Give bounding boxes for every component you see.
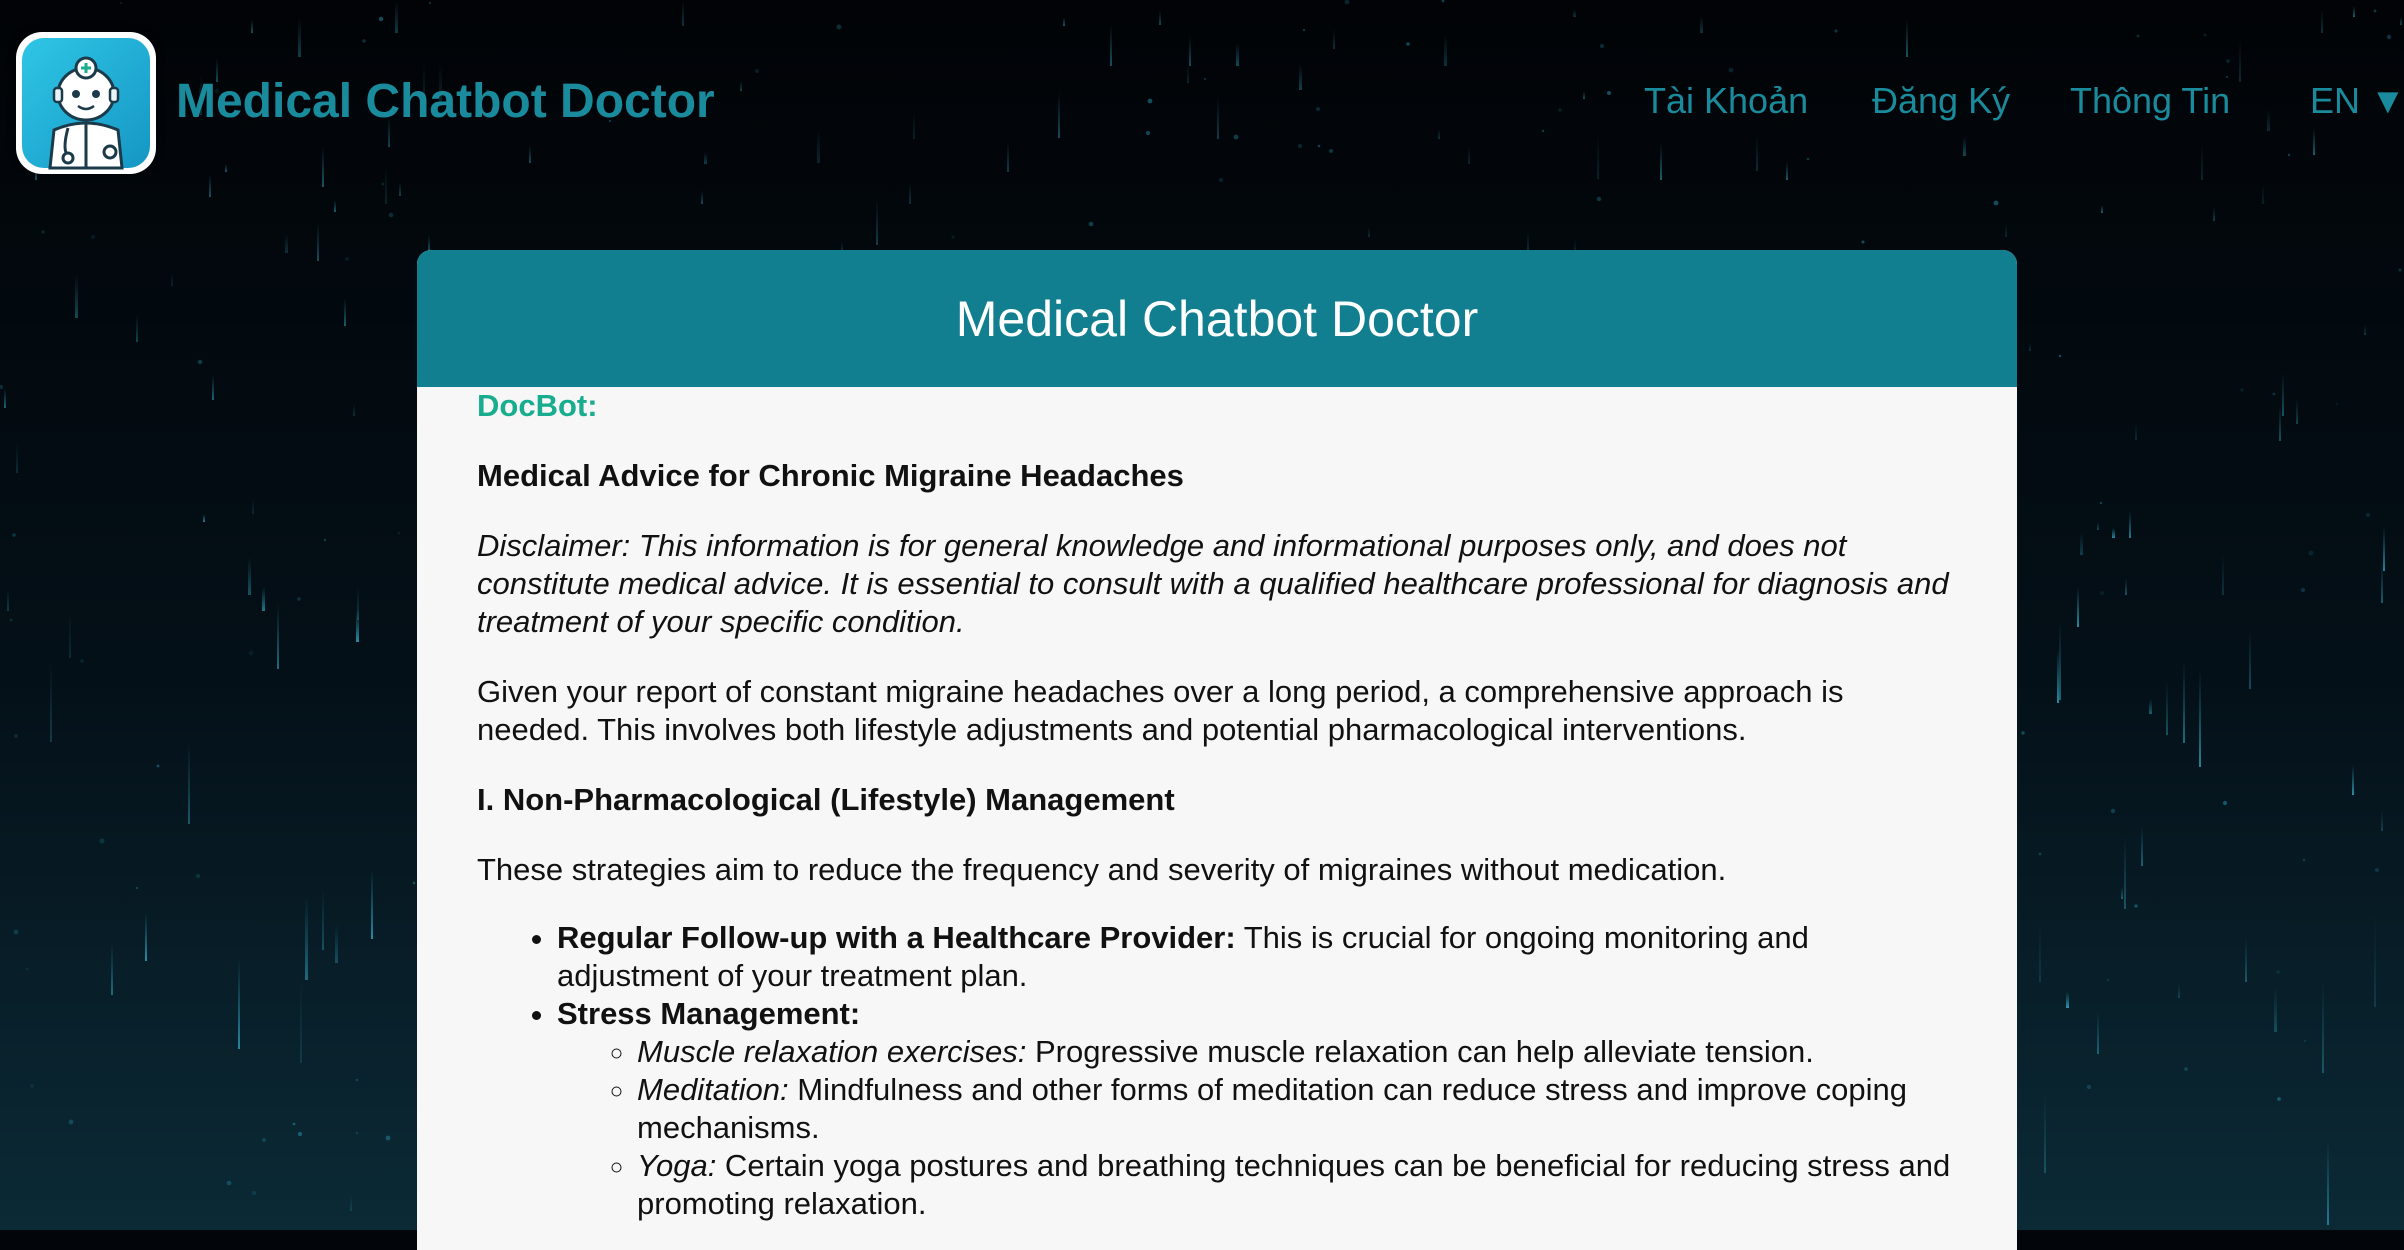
chat-panel: Medical Chatbot Doctor DocBot: Medical A… — [417, 250, 2017, 1250]
top-navigation-bar: Medical Chatbot Doctor Tài Khoản Đăng Ký… — [0, 0, 2404, 210]
list-item-label: Stress Management: — [557, 996, 861, 1031]
list-item-label: Regular Follow-up with a Healthcare Prov… — [557, 920, 1236, 955]
chat-message-area: DocBot: Medical Advice for Chronic Migra… — [417, 387, 2017, 1223]
chat-panel-title: Medical Chatbot Doctor — [417, 250, 2017, 387]
message-intro: Given your report of constant migraine h… — [477, 674, 1844, 747]
sub-item-text: Progressive muscle relaxation can help a… — [1026, 1034, 1814, 1069]
nav-item-account[interactable]: Tài Khoản — [1644, 80, 1808, 122]
message-disclaimer: Disclaimer: This information is for gene… — [477, 528, 1949, 639]
advice-list: Regular Follow-up with a Healthcare Prov… — [477, 919, 1957, 1223]
message-heading: Medical Advice for Chronic Migraine Head… — [477, 458, 1184, 493]
section-title: I. Non-Pharmacological (Lifestyle) Manag… — [477, 782, 1175, 817]
list-item: Regular Follow-up with a Healthcare Prov… — [557, 919, 1957, 995]
bot-message: Medical Advice for Chronic Migraine Head… — [477, 457, 1957, 1223]
sub-list-item: Meditation: Mindfulness and other forms … — [637, 1071, 1957, 1147]
sub-item-text: Mindfulness and other forms of meditatio… — [637, 1072, 1907, 1145]
message-sender: DocBot: — [477, 388, 598, 423]
sub-item-text: Certain yoga postures and breathing tech… — [637, 1148, 1951, 1221]
sub-list-item: Yoga: Certain yoga postures and breathin… — [637, 1147, 1957, 1223]
sub-item-label: Yoga: — [637, 1148, 717, 1183]
nav-item-register[interactable]: Đăng Ký — [1872, 80, 2010, 122]
sub-list-item: Muscle relaxation exercises: Progressive… — [637, 1033, 1957, 1071]
nav-item-info[interactable]: Thông Tin — [2070, 80, 2230, 122]
section-intro: These strategies aim to reduce the frequ… — [477, 852, 1727, 887]
sub-item-label: Meditation: — [637, 1072, 789, 1107]
nav-menu: Tài Khoản Đăng Ký Thông Tin EN ▼ — [0, 80, 2404, 130]
list-item: Stress Management: Muscle relaxation exe… — [557, 995, 1957, 1223]
sub-list: Muscle relaxation exercises: Progressive… — [557, 1033, 1957, 1223]
language-selector[interactable]: EN ▼ — [2310, 80, 2404, 122]
sub-item-label: Muscle relaxation exercises: — [637, 1034, 1027, 1069]
